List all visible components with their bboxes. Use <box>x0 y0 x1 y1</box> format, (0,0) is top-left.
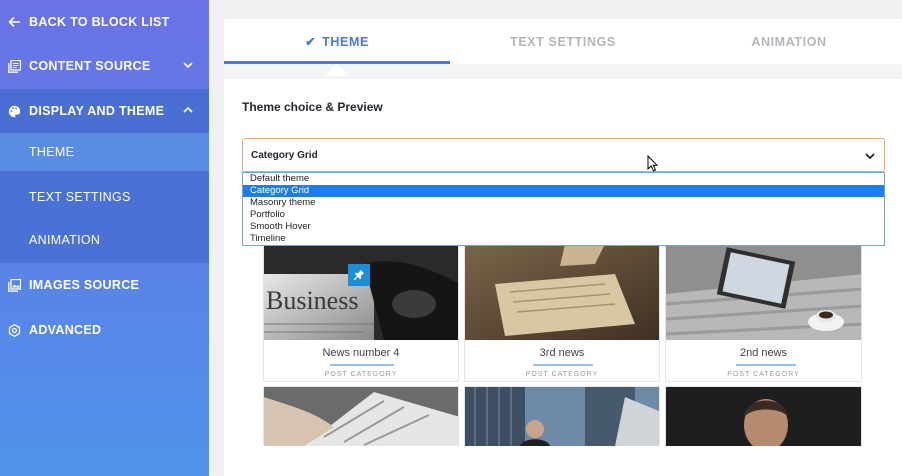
option-portfolio[interactable]: Portfolio <box>243 209 884 221</box>
sidebar: BACK TO BLOCK LIST CONTENT SOURCE DISPLA… <box>0 0 209 476</box>
card-image <box>465 387 659 446</box>
tab-label: TEXT SETTINGS <box>510 34 616 49</box>
card-image <box>666 244 861 340</box>
library-icon <box>7 59 21 73</box>
display-submenu: THEME TEXT SETTINGS ANIMATION <box>0 133 209 263</box>
sidebar-item-label: DISPLAY AND THEME <box>29 104 165 118</box>
preview-card[interactable] <box>464 386 660 446</box>
sidebar-item-label: ADVANCED <box>29 323 102 337</box>
option-masonry-theme[interactable]: Masonry theme <box>243 197 884 209</box>
svg-text:Business: Business <box>266 286 358 315</box>
arrow-left-icon <box>7 15 21 29</box>
theme-select[interactable]: Category Grid <box>242 138 885 172</box>
sidebar-item-label: IMAGES SOURCE <box>29 278 140 292</box>
section-title: Theme choice & Preview <box>242 100 383 114</box>
sidebar-item-label: CONTENT SOURCE <box>29 59 151 73</box>
option-default-theme[interactable]: Default theme <box>243 173 884 185</box>
subitem-label: TEXT SETTINGS <box>29 190 131 204</box>
subitem-label: THEME <box>29 145 75 159</box>
sidebar-item-advanced[interactable]: ADVANCED <box>0 308 209 352</box>
back-to-block-list-button[interactable]: BACK TO BLOCK LIST <box>0 0 209 44</box>
images-icon <box>7 278 21 292</box>
chevron-up-icon <box>183 106 193 113</box>
mouse-cursor-icon <box>647 155 659 172</box>
card-category: POST CATEGORY <box>324 371 398 378</box>
card-image: Business <box>264 244 458 340</box>
option-smooth-hover[interactable]: Smooth Hover <box>243 221 884 233</box>
tab-label: ANIMATION <box>751 34 827 49</box>
sidebar-item-content-source[interactable]: CONTENT SOURCE <box>0 44 209 88</box>
title-underline <box>330 364 394 366</box>
card-category: POST CATEGORY <box>727 371 800 378</box>
sidebar-item-display-and-theme[interactable]: DISPLAY AND THEME <box>0 89 209 133</box>
palette-icon <box>7 104 21 118</box>
preview-card[interactable]: 2nd news POST CATEGORY <box>665 243 862 382</box>
theme-dropdown-list: Default theme Category Grid Masonry them… <box>242 172 885 246</box>
tab-pointer <box>325 64 349 76</box>
check-icon: ✔ <box>305 35 317 49</box>
subitem-label: ANIMATION <box>29 233 101 247</box>
tab-theme[interactable]: ✔ THEME <box>224 19 450 64</box>
card-image <box>465 244 659 340</box>
select-value: Category Grid <box>251 149 318 161</box>
preview-card[interactable] <box>665 386 862 446</box>
card-image <box>264 387 458 446</box>
sidebar-item-images-source[interactable]: IMAGES SOURCE <box>0 263 209 307</box>
pin-icon[interactable] <box>348 264 370 286</box>
preview-card[interactable] <box>263 386 459 446</box>
card-image <box>666 387 861 446</box>
sidebar-subitem-theme[interactable]: THEME <box>0 133 209 171</box>
card-title: 2nd news <box>739 347 788 359</box>
main-panel: ✔ THEME TEXT SETTINGS ANIMATION Theme ch… <box>224 19 902 476</box>
back-label: BACK TO BLOCK LIST <box>29 15 170 29</box>
card-category: POST CATEGORY <box>525 371 599 378</box>
tab-label: THEME <box>322 34 369 49</box>
tab-animation[interactable]: ANIMATION <box>676 19 902 64</box>
card-title: News number 4 <box>322 347 400 359</box>
tab-bar: ✔ THEME TEXT SETTINGS ANIMATION <box>224 19 902 64</box>
chevron-down-icon <box>183 62 193 69</box>
preview-card[interactable]: Business News number 4 POST CATEGORY <box>263 243 459 382</box>
option-category-grid[interactable]: Category Grid <box>243 185 884 197</box>
tab-text-settings[interactable]: TEXT SETTINGS <box>450 19 676 64</box>
option-timeline[interactable]: Timeline <box>243 233 884 245</box>
advanced-icon <box>7 323 21 337</box>
sidebar-subitem-animation[interactable]: ANIMATION <box>0 221 209 259</box>
sidebar-subitem-text-settings[interactable]: TEXT SETTINGS <box>0 178 209 216</box>
title-underline <box>736 364 796 366</box>
preview-card[interactable]: 3rd news POST CATEGORY <box>464 243 660 382</box>
title-underline <box>533 364 593 366</box>
card-title: 3rd news <box>539 347 585 359</box>
chevron-down-icon <box>865 153 875 160</box>
